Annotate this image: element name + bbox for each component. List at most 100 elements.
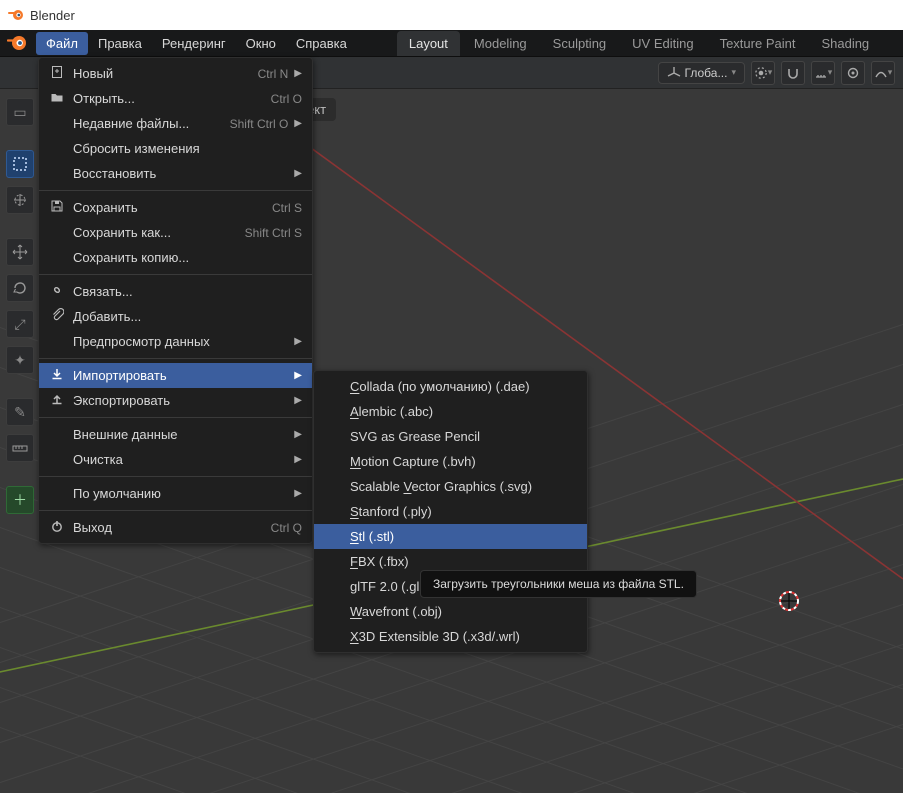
file-menu-item[interactable]: Предпросмотр данных▶	[39, 329, 312, 354]
import-format-item[interactable]: Motion Capture (.bvh)	[314, 449, 587, 474]
menu-item-label: По умолчанию	[73, 486, 288, 501]
submenu-arrow-icon: ▶	[294, 68, 302, 79]
file-menu-item[interactable]: Открыть...Ctrl O	[39, 86, 312, 111]
import-format-item[interactable]: Collada (по умолчанию) (.dae)	[314, 374, 587, 399]
menu-item-label: Очистка	[73, 452, 288, 467]
submenu-arrow-icon: ▶	[294, 395, 302, 406]
cursor-3d-icon	[777, 589, 801, 613]
export-icon	[47, 392, 67, 409]
menu-shortcut: Ctrl O	[271, 92, 302, 106]
menu-item-label: FBX (.fbx)	[350, 554, 577, 569]
tab-shading[interactable]: Shading	[809, 31, 881, 56]
folder-icon	[47, 90, 67, 107]
submenu-arrow-icon: ▶	[294, 454, 302, 465]
tool-rotate[interactable]	[6, 274, 34, 302]
pivot-point-button[interactable]: ▾	[751, 61, 775, 85]
tab-modeling[interactable]: Modeling	[462, 31, 539, 56]
file-menu-item[interactable]: Сбросить изменения	[39, 136, 312, 161]
chevron-down-icon: ▾	[768, 67, 773, 78]
file-menu-item[interactable]: Внешние данные▶	[39, 422, 312, 447]
workspace-tabs: Layout Modeling Sculpting UV Editing Tex…	[397, 31, 881, 56]
import-format-item[interactable]: Alembic (.abc)	[314, 399, 587, 424]
menu-edit[interactable]: Правка	[88, 32, 152, 55]
import-format-item[interactable]: Stl (.stl)	[314, 524, 587, 549]
tab-texture-paint[interactable]: Texture Paint	[708, 31, 808, 56]
menu-item-label: Выход	[73, 520, 271, 535]
menu-file[interactable]: Файл	[36, 32, 88, 55]
power-icon	[47, 519, 67, 536]
file-menu-item[interactable]: Экспортировать▶	[39, 388, 312, 413]
file-menu-item[interactable]: Сохранить как...Shift Ctrl S	[39, 220, 312, 245]
file-menu-item[interactable]: Восстановить▶	[39, 161, 312, 186]
submenu-arrow-icon: ▶	[294, 370, 302, 381]
tool-tweak[interactable]: ▭	[6, 98, 34, 126]
menu-item-label: Scalable Vector Graphics (.svg)	[350, 479, 577, 494]
menu-item-label: Сохранить как...	[73, 225, 245, 240]
blender-icon[interactable]	[6, 32, 28, 54]
menu-window[interactable]: Окно	[236, 32, 286, 55]
import-format-item[interactable]: Scalable Vector Graphics (.svg)	[314, 474, 587, 499]
tab-sculpting[interactable]: Sculpting	[541, 31, 618, 56]
menu-item-label: Добавить...	[73, 309, 302, 324]
menu-item-label: Новый	[73, 66, 258, 81]
file-menu-item[interactable]: Связать...	[39, 279, 312, 304]
menu-shortcut: Ctrl Q	[271, 521, 302, 535]
file-menu-item[interactable]: Недавние файлы...Shift Ctrl O▶	[39, 111, 312, 136]
menu-shortcut: Shift Ctrl S	[245, 226, 302, 240]
tool-annotate[interactable]: ✎	[6, 398, 34, 426]
import-submenu: Collada (по умолчанию) (.dae) Alembic (.a…	[313, 370, 588, 653]
submenu-arrow-icon: ▶	[294, 488, 302, 499]
blender-logo-icon	[8, 7, 24, 23]
menu-item-label: Импортировать	[73, 368, 288, 383]
chevron-down-icon: ▾	[828, 67, 833, 78]
menu-item-label: Alembic (.abc)	[350, 404, 577, 419]
axes-icon	[667, 66, 681, 80]
menu-shortcut: Ctrl N	[258, 67, 289, 81]
menu-item-label: Сохранить	[73, 200, 272, 215]
menu-help[interactable]: Справка	[286, 32, 357, 55]
menu-item-label: Stl (.stl)	[350, 529, 577, 544]
tool-move[interactable]	[6, 238, 34, 266]
import-format-item[interactable]: X3D Extensible 3D (.x3d/.wrl)	[314, 624, 587, 649]
file-menu-item[interactable]: По умолчанию ▶	[39, 481, 312, 506]
chevron-down-icon: ▾	[888, 67, 893, 78]
titlebar: Blender	[0, 0, 903, 30]
orientation-label: Глоба...	[685, 66, 728, 80]
tool-select-box[interactable]	[6, 150, 34, 178]
proportional-falloff-button[interactable]: ▾	[871, 61, 895, 85]
tab-layout[interactable]: Layout	[397, 31, 460, 56]
tool-measure[interactable]	[6, 434, 34, 462]
file-menu-item[interactable]: СохранитьCtrl S	[39, 195, 312, 220]
file-menu-item[interactable]: Добавить...	[39, 304, 312, 329]
file-menu-item[interactable]: Импортировать ▶	[39, 363, 312, 388]
tool-transform[interactable]: ✦	[6, 346, 34, 374]
submenu-arrow-icon: ▶	[294, 118, 302, 129]
proportional-edit-button[interactable]	[841, 61, 865, 85]
menu-shortcut: Shift Ctrl O	[230, 117, 289, 131]
import-format-item[interactable]: SVG as Grease Pencil	[314, 424, 587, 449]
import-format-item[interactable]: Wavefront (.obj)	[314, 599, 587, 624]
file-menu-item[interactable]: ВыходCtrl Q	[39, 515, 312, 540]
tool-add[interactable]: ＋	[6, 486, 34, 514]
menubar: Файл Правка Рендеринг Окно Справка Layou…	[0, 30, 903, 57]
snap-button[interactable]	[781, 61, 805, 85]
menu-item-label: Связать...	[73, 284, 302, 299]
tool-cursor[interactable]	[6, 186, 34, 214]
menu-item-label: Сохранить копию...	[73, 250, 302, 265]
snap-target-button[interactable]: ▾	[811, 61, 835, 85]
file-menu-dropdown: НовыйCtrl N▶Открыть...Ctrl OНедавние фай…	[38, 57, 313, 544]
tool-scale[interactable]: ⤢	[6, 310, 34, 338]
doc-plus-icon	[47, 65, 67, 82]
tab-uv-editing[interactable]: UV Editing	[620, 31, 705, 56]
menu-item-label: Collada (по умолчанию) (.dae)	[350, 379, 577, 394]
app-title: Blender	[30, 8, 75, 23]
file-menu-item[interactable]: Сохранить копию...	[39, 245, 312, 270]
import-format-item[interactable]: Stanford (.ply)	[314, 499, 587, 524]
menu-render[interactable]: Рендеринг	[152, 32, 236, 55]
transform-orientation[interactable]: Глоба... ▾	[658, 62, 745, 84]
file-menu-item[interactable]: Очистка ▶	[39, 447, 312, 472]
file-menu-item[interactable]: НовыйCtrl N ▶	[39, 61, 312, 86]
save-icon	[47, 199, 67, 216]
menu-item-label: Wavefront (.obj)	[350, 604, 577, 619]
submenu-arrow-icon: ▶	[294, 336, 302, 347]
